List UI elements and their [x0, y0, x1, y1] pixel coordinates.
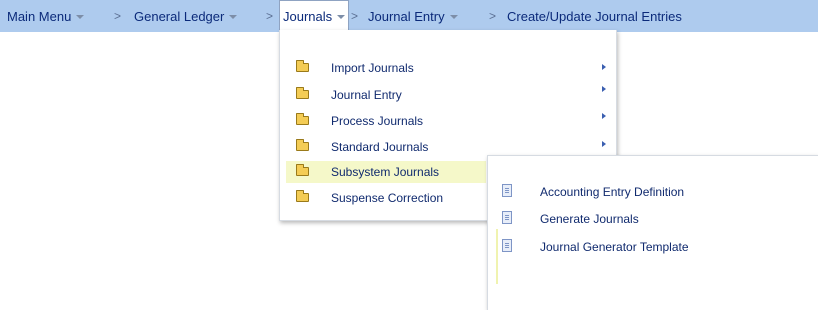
menu-item-standard-journals[interactable]: Standard Journals: [286, 136, 486, 158]
menu-item-label: Subsystem Journals: [331, 165, 440, 179]
folder-icon: [296, 190, 309, 202]
chevron-down-icon[interactable]: [229, 14, 238, 19]
folder-icon: [296, 60, 309, 72]
submenu-item-label: Journal Generator Template: [540, 240, 689, 254]
breadcrumb-create-update[interactable]: Create/Update Journal Entries: [507, 0, 682, 32]
subsystem-journals-submenu: Accounting Entry Definition Generate Jou…: [487, 155, 818, 310]
submenu-arrow-icon: [602, 141, 606, 147]
submenu-arrow-icon: [602, 113, 606, 119]
breadcrumb-main-menu[interactable]: Main Menu: [7, 0, 85, 32]
breadcrumb-journal-entry[interactable]: Journal Entry: [368, 0, 458, 32]
breadcrumb-journals[interactable]: Journals: [279, 0, 350, 32]
menu-item-subsystem-journals[interactable]: Subsystem Journals: [286, 161, 486, 183]
submenu-item-generate-journals[interactable]: Generate Journals: [502, 208, 802, 230]
chevron-down-icon[interactable]: [449, 14, 458, 19]
create-update-label: Create/Update Journal Entries: [507, 9, 682, 24]
folder-icon: [296, 87, 309, 99]
breadcrumb-separator-icon: >: [351, 9, 359, 23]
menu-item-label: Process Journals: [331, 114, 424, 128]
document-icon: [502, 239, 512, 252]
menu-item-import-journals[interactable]: Import Journals: [286, 57, 486, 79]
menu-item-label: Journal Entry: [331, 88, 402, 102]
menu-item-label: Suspense Correction: [331, 191, 444, 205]
submenu-arrow-icon: [602, 64, 606, 70]
folder-icon: [296, 139, 309, 151]
general-ledger-label: General Ledger: [134, 9, 225, 24]
breadcrumb-general-ledger[interactable]: General Ledger: [134, 0, 238, 32]
document-icon: [502, 184, 512, 197]
submenu-accent-stripe: [496, 229, 498, 284]
breadcrumb-separator-icon: >: [489, 9, 497, 23]
document-icon: [502, 211, 512, 224]
folder-icon: [296, 164, 309, 176]
breadcrumb-separator-icon: >: [114, 9, 122, 23]
chevron-down-icon[interactable]: [337, 14, 346, 19]
menu-item-label: Import Journals: [331, 61, 414, 75]
menu-item-journal-entry[interactable]: Journal Entry: [286, 84, 486, 106]
folder-icon: [296, 113, 309, 125]
menu-item-label: Standard Journals: [331, 140, 429, 154]
submenu-item-label: Generate Journals: [540, 212, 639, 226]
journals-label: Journals: [283, 9, 333, 24]
submenu-arrow-icon: [602, 86, 606, 92]
breadcrumb-separator-icon: >: [266, 9, 274, 23]
breadcrumb-bar: Main Menu > General Ledger > Journals > …: [0, 0, 818, 32]
submenu-item-label: Accounting Entry Definition: [540, 185, 685, 199]
menu-item-process-journals[interactable]: Process Journals: [286, 110, 486, 132]
menu-item-suspense-correction[interactable]: Suspense Correction: [286, 187, 486, 209]
main-menu-label: Main Menu: [7, 9, 72, 24]
journal-entry-label: Journal Entry: [368, 9, 445, 24]
submenu-item-journal-generator-template[interactable]: Journal Generator Template: [502, 236, 802, 258]
submenu-item-accounting-entry-definition[interactable]: Accounting Entry Definition: [502, 181, 802, 203]
chevron-down-icon[interactable]: [76, 14, 85, 19]
